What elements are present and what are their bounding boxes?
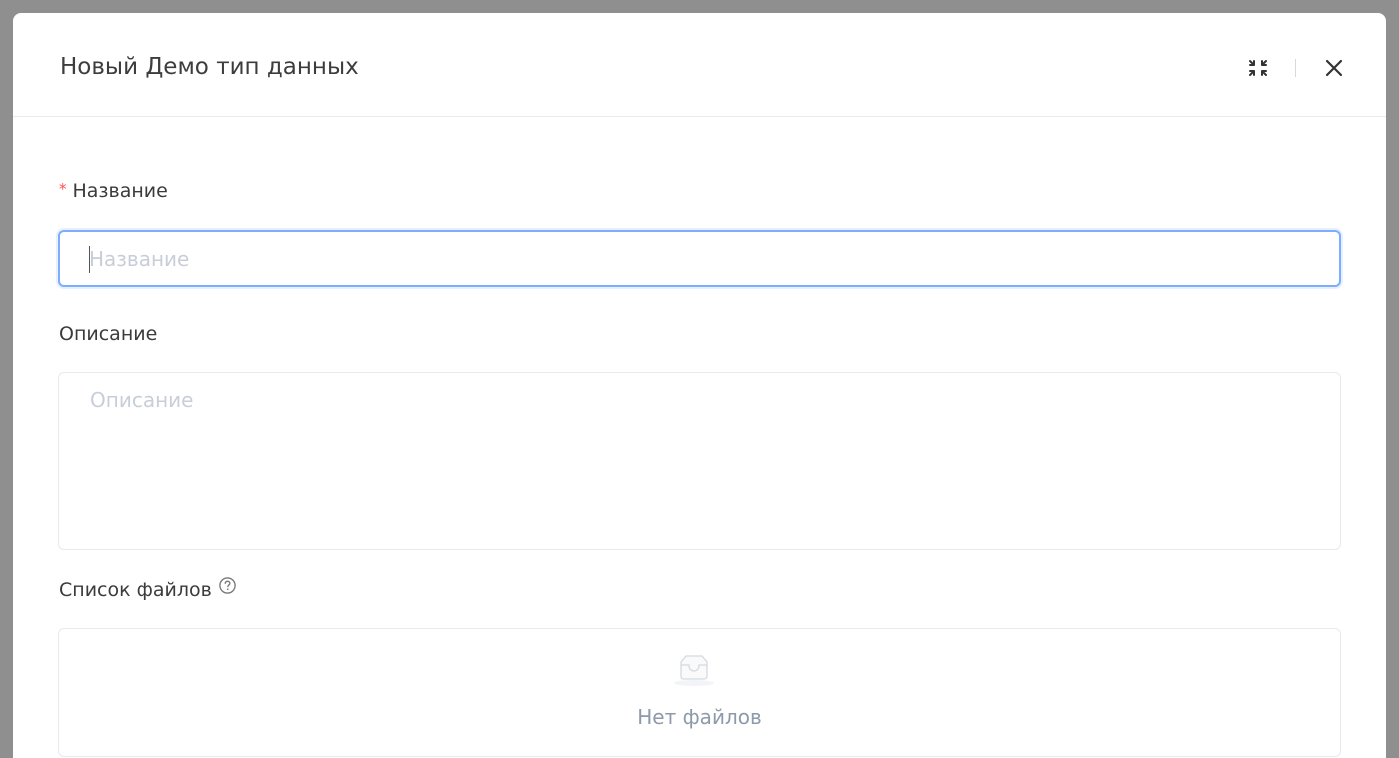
required-mark: * [59,180,67,198]
name-input[interactable] [58,230,1341,287]
empty-files-text: Нет файлов [637,705,762,729]
name-label-text: Название [72,180,168,202]
files-label-text: Список файлов [59,579,212,601]
dialog-header: Новый Демо тип данных [13,13,1386,117]
close-icon [1325,59,1343,77]
new-demo-data-type-dialog: Новый Демо тип данных * Название Названи… [13,13,1386,758]
close-button[interactable] [1320,54,1348,82]
header-divider [1295,59,1296,77]
question-circle-icon[interactable] [218,575,237,603]
files-empty-state: Нет файлов [58,628,1341,757]
description-field-label: Описание [59,323,158,345]
description-textarea[interactable] [58,372,1341,550]
dialog-title: Новый Демо тип данных [60,54,359,80]
text-caret [89,246,90,273]
dialog-header-actions [1244,52,1348,84]
collapse-icon [1249,60,1267,76]
inbox-icon [674,655,714,686]
collapse-button[interactable] [1244,54,1272,82]
name-field-label: * Название [59,177,168,206]
files-field-label: Список файлов [59,576,237,605]
